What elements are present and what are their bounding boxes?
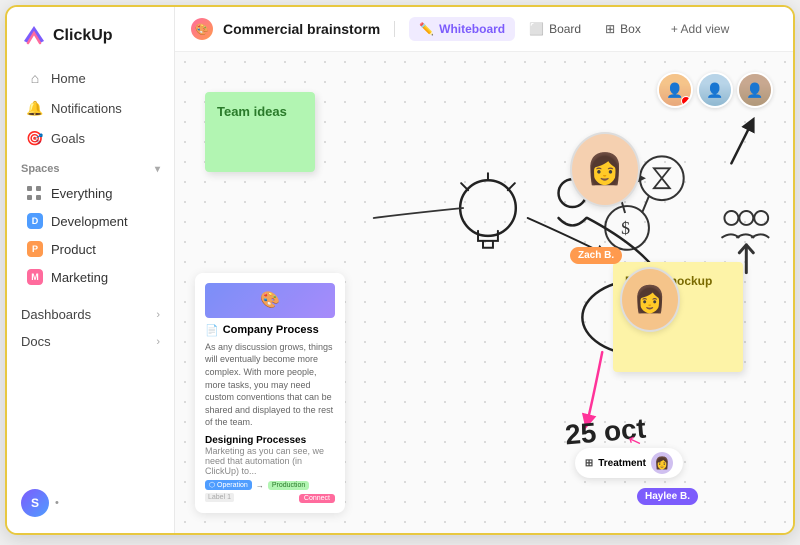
product-icon: P xyxy=(27,241,43,257)
docs-label: Docs xyxy=(21,334,51,349)
add-view-button[interactable]: + Add view xyxy=(661,17,739,41)
user-avatar: S xyxy=(21,489,49,517)
docs-chevron: › xyxy=(156,336,160,348)
chevron-icon: ▾ xyxy=(155,164,160,175)
add-view-label: + Add view xyxy=(671,22,729,36)
sidebar-notifications-label: Notifications xyxy=(51,101,122,116)
board-tab-icon: ⬜ xyxy=(529,22,544,36)
home-icon: ⌂ xyxy=(27,70,43,86)
marketing-icon: M xyxy=(27,269,43,285)
development-label: Development xyxy=(51,214,128,229)
marketing-label: Marketing xyxy=(51,270,108,285)
top-right-avatar: 👩 xyxy=(570,132,640,207)
main-header: 🎨 Commercial brainstorm ✏️ Whiteboard ⬜ … xyxy=(175,7,793,52)
everything-label: Everything xyxy=(51,186,112,201)
box-tab-icon: ⊞ xyxy=(605,22,615,36)
page-title: Commercial brainstorm xyxy=(223,21,380,37)
sidebar-goals-label: Goals xyxy=(51,131,85,146)
spaces-label: Spaces xyxy=(21,163,60,175)
center-avatar: 👩 xyxy=(620,267,680,332)
product-label: Product xyxy=(51,242,96,257)
sidebar-item-everything[interactable]: Everything xyxy=(13,179,168,207)
avatar-2: 👤 xyxy=(697,72,733,108)
sidebar-item-goals[interactable]: 🎯 Goals xyxy=(13,123,168,153)
user-row: S • xyxy=(7,479,174,521)
whiteboard-tab-label: Whiteboard xyxy=(439,22,505,36)
sidebar-item-notifications[interactable]: 🔔 Notifications xyxy=(13,93,168,123)
doc-card-meta: ⬡ Operation → Production xyxy=(205,480,335,490)
bell-icon: 🔔 xyxy=(27,100,43,116)
main-content: 🎨 Commercial brainstorm ✏️ Whiteboard ⬜ … xyxy=(175,7,793,533)
treatment-label[interactable]: ⊞ Treatment 👩 xyxy=(575,448,683,478)
box-tab-label: Box xyxy=(620,22,641,36)
haylee-label: Haylee B. xyxy=(637,488,698,505)
page-icon: 🎨 xyxy=(191,18,213,40)
treatment-text: Treatment xyxy=(598,458,646,469)
doc-card-title: 📄 Company Process xyxy=(205,324,335,337)
board-tab-label: Board xyxy=(549,22,581,36)
sidebar-item-dashboards[interactable]: Dashboards › xyxy=(7,301,174,328)
doc-card-banner: 🎨 xyxy=(205,283,335,318)
doc-card-footer: Label 1 Connect xyxy=(205,494,335,501)
avatar-3: 👤 xyxy=(737,72,773,108)
sidebar-item-home[interactable]: ⌂ Home xyxy=(13,63,168,93)
dashboards-chevron: › xyxy=(156,309,160,321)
treatment-label-icon: ⊞ xyxy=(585,458,593,469)
tab-whiteboard[interactable]: ✏️ Whiteboard xyxy=(409,17,515,41)
app-name: ClickUp xyxy=(53,27,113,45)
sidebar-item-product[interactable]: P Product xyxy=(13,235,168,263)
sticky-green-text: Team ideas xyxy=(217,104,287,119)
doc-card[interactable]: 🎨 📄 Company Process As any discussion gr… xyxy=(195,273,345,513)
tab-board[interactable]: ⬜ Board xyxy=(519,17,591,41)
spaces-section: Spaces ▾ xyxy=(7,153,174,179)
view-tabs: ✏️ Whiteboard ⬜ Board ⊞ Box xyxy=(409,17,651,41)
development-icon: D xyxy=(27,213,43,229)
zach-label: Zach B. xyxy=(570,247,622,264)
clickup-logo-icon xyxy=(21,23,47,49)
doc-card-section: Designing Processes xyxy=(205,435,335,446)
header-divider xyxy=(394,21,395,37)
app-container: ClickUp ⌂ Home 🔔 Notifications 🎯 Goals S… xyxy=(5,5,795,535)
sticky-note-team-ideas[interactable]: Team ideas xyxy=(205,92,315,172)
svg-text:$: $ xyxy=(621,218,630,238)
user-status-dot: • xyxy=(55,497,59,509)
whiteboard-tab-icon: ✏️ xyxy=(419,22,434,36)
doc-card-title-text: Company Process xyxy=(223,324,319,336)
sidebar-item-marketing[interactable]: M Marketing xyxy=(13,263,168,291)
sidebar: ClickUp ⌂ Home 🔔 Notifications 🎯 Goals S… xyxy=(7,7,175,533)
sidebar-home-label: Home xyxy=(51,71,86,86)
sidebar-item-development[interactable]: D Development xyxy=(13,207,168,235)
treatment-avatar: 👩 xyxy=(651,452,673,474)
zach-name-text: Zach B. xyxy=(578,250,614,261)
doc-card-sub: Marketing as you can see, we need that a… xyxy=(205,446,335,476)
whiteboard-canvas[interactable]: $ xyxy=(175,52,793,533)
sidebar-item-docs[interactable]: Docs › xyxy=(7,328,174,355)
dashboards-label: Dashboards xyxy=(21,307,91,322)
doc-card-body: As any discussion grows, things will eve… xyxy=(205,341,335,429)
tab-box[interactable]: ⊞ Box xyxy=(595,17,651,41)
avatar-1: 👤 xyxy=(657,72,693,108)
haylee-name-text: Haylee B. xyxy=(645,491,690,502)
goals-icon: 🎯 xyxy=(27,130,43,146)
everything-icon xyxy=(27,185,43,201)
canvas-avatar-group: 👤 👤 👤 xyxy=(657,72,773,108)
sidebar-logo: ClickUp xyxy=(7,19,174,63)
